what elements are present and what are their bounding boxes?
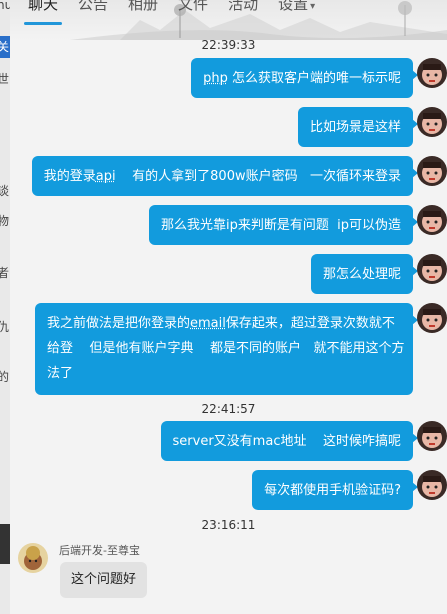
- background-window-strip: nu 关 世 谈 物 者 仇 的: [0, 0, 10, 614]
- message-text: 那么我光靠ip来判断是有问题 ip可以伪造: [161, 218, 401, 233]
- avatar-icon: [417, 58, 447, 88]
- avatar[interactable]: [18, 543, 48, 573]
- message-bubble-self[interactable]: 我之前做法是把你登录的email保存起来，超过登录次数就不给登 但是他有账户字典…: [35, 303, 418, 395]
- message-text: 我的登录: [43, 169, 96, 184]
- avatar-icon: [18, 543, 48, 573]
- avatar-icon: [417, 303, 447, 333]
- message-bubble-self[interactable]: server又没有mac地址 这时候咋搞呢: [160, 421, 419, 461]
- message-bubble-self[interactable]: 那怎么处理呢: [310, 254, 419, 294]
- tab-settings-label: 设置: [278, 0, 309, 13]
- message-text: 保存起来，超过登录次数就不: [225, 316, 395, 331]
- message-text: php: [203, 71, 228, 86]
- avatar[interactable]: [417, 303, 447, 333]
- strip-text: 关: [0, 40, 10, 54]
- avatar-icon: [417, 421, 447, 451]
- avatar[interactable]: [417, 421, 447, 451]
- group-chat-panel: 聊天 公告 相册 文件 活动 设置 ▾ 22:39:33 php 怎么获取客户端的…: [10, 0, 447, 614]
- strip-text: 的: [0, 370, 10, 384]
- message-list[interactable]: 22:39:33 php 怎么获取客户端的唯一标示呢 比如场景是这样 我的登录a…: [10, 36, 447, 614]
- sender-name: 后端开发-至尊宝: [59, 544, 140, 557]
- message-text: 怎么获取客户端的唯一标示呢: [227, 71, 401, 86]
- tab-announcements[interactable]: 公告: [68, 0, 118, 21]
- strip-text: nu: [0, 0, 10, 12]
- message-bubble-self[interactable]: 每次都使用手机验证码?: [252, 470, 418, 510]
- tab-settings[interactable]: 设置 ▾: [268, 0, 325, 21]
- strip-text: 物: [0, 214, 10, 228]
- timestamp: 22:41:57: [201, 402, 256, 416]
- tab-chat[interactable]: 聊天: [18, 0, 68, 25]
- message-bubble-other[interactable]: 这个问题好: [60, 562, 148, 598]
- avatar-icon: [417, 156, 447, 186]
- message-text: 我之前做法是把你登录的: [47, 316, 191, 331]
- tab-bar: 聊天 公告 相册 文件 活动 设置 ▾: [18, 0, 325, 25]
- avatar[interactable]: [417, 205, 447, 235]
- avatar[interactable]: [417, 470, 447, 500]
- avatar[interactable]: [417, 107, 447, 137]
- message-text: 比如场景是这样: [309, 120, 401, 135]
- avatar-icon: [417, 205, 447, 235]
- tab-activities[interactable]: 活动: [218, 0, 268, 21]
- strip-text: 仇: [0, 320, 10, 334]
- tab-files[interactable]: 文件: [168, 0, 218, 21]
- avatar-icon: [417, 107, 447, 137]
- tab-album[interactable]: 相册: [118, 0, 168, 21]
- strip-text: 世: [0, 72, 10, 86]
- message-text: 有的人拿到了800w账户密码 一次循环来登录: [115, 169, 401, 184]
- avatar-icon: [417, 254, 447, 284]
- strip-text: 者: [0, 266, 10, 280]
- message-bubble-self[interactable]: php 怎么获取客户端的唯一标示呢: [191, 58, 418, 98]
- message-text: email: [190, 316, 226, 331]
- avatar[interactable]: [417, 58, 447, 88]
- message-text: 这个问题好: [71, 572, 137, 587]
- avatar-icon: [417, 470, 447, 500]
- message-text: server又没有mac地址 这时候咋搞呢: [172, 434, 401, 449]
- message-text: 那怎么处理呢: [322, 267, 401, 282]
- message-line: 法了: [47, 366, 74, 381]
- strip-text: 谈: [0, 184, 10, 198]
- chat-header: 聊天 公告 相册 文件 活动 设置 ▾: [10, 0, 447, 40]
- message-text: api: [95, 169, 116, 184]
- message-bubble-self[interactable]: 我的登录api 有的人拿到了800w账户密码 一次循环来登录: [31, 156, 419, 196]
- timestamp: 22:39:33: [201, 38, 256, 52]
- avatar[interactable]: [417, 254, 447, 284]
- chevron-down-icon: ▾: [310, 1, 316, 12]
- message-bubble-self[interactable]: 比如场景是这样: [297, 107, 419, 147]
- message-bubble-self[interactable]: 那么我光靠ip来判断是有问题 ip可以伪造: [149, 205, 418, 245]
- timestamp: 23:16:11: [201, 518, 256, 532]
- message-line: 给登 但是他有账户字典 都是不同的账户 就不能用这个方: [47, 341, 405, 356]
- message-line: 我之前做法是把你登录的email保存起来，超过登录次数就不: [47, 311, 401, 336]
- avatar[interactable]: [417, 156, 447, 186]
- message-text: 每次都使用手机验证码?: [264, 483, 401, 498]
- strip-dark-block: [0, 524, 10, 564]
